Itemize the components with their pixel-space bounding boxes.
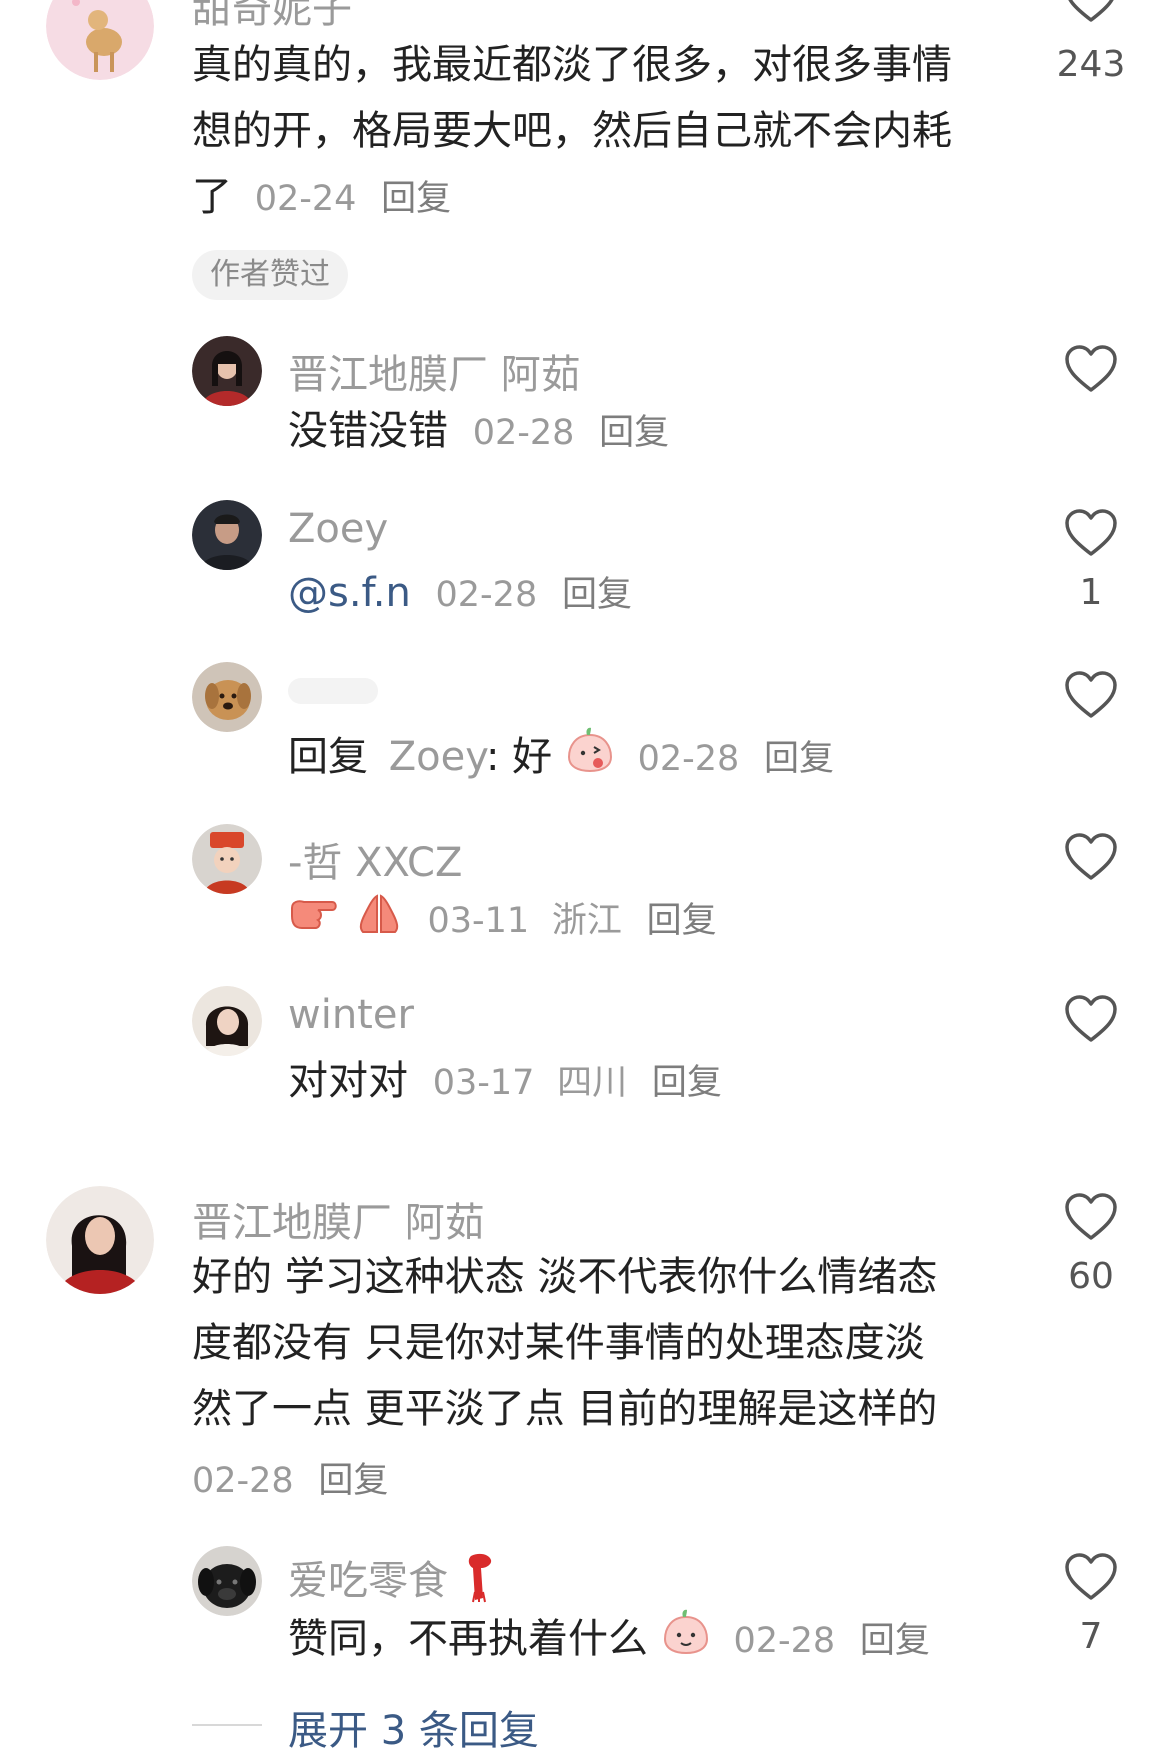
avatar[interactable] — [192, 824, 262, 894]
reply-location: 四川 — [557, 1063, 628, 1103]
heart-icon[interactable] — [1064, 1192, 1118, 1242]
reply-button[interactable]: 回复 — [860, 1621, 930, 1661]
comment-text-line: 真的真的，我最近都淡了很多，对很多事情 — [192, 42, 952, 88]
comment-date: 02-28 — [192, 1461, 294, 1501]
reply-to-username[interactable]: Zoey — [389, 734, 486, 780]
reply-date: 02-28 — [472, 413, 575, 453]
comment-username[interactable]: 甜奇妮子 — [192, 0, 352, 34]
avatar[interactable] — [192, 986, 262, 1056]
heart-icon[interactable] — [1064, 344, 1118, 394]
reply-username[interactable]: -哲 XXCZ — [288, 830, 462, 888]
comment-text-line: 然了一点 更平淡了点 目前的理解是这样的 — [192, 1386, 938, 1432]
expand-replies-button[interactable]: 展开 3 条回复 — [288, 1698, 539, 1756]
like-count: 60 — [1068, 1256, 1114, 1297]
reply-body: 赞同，不再执着什么 02-28 回复 — [288, 1606, 930, 1675]
heart-icon[interactable] — [1064, 832, 1118, 882]
author-liked-badge: 作者赞过 — [192, 250, 348, 300]
reply-button[interactable]: 回复 — [562, 575, 632, 615]
reply-text: 对对对 — [288, 1058, 408, 1104]
reply-date: 02-28 — [637, 739, 740, 779]
reply-button[interactable]: 回复 — [647, 901, 717, 941]
reply-text: 赞同，不再执着什么 — [288, 1616, 648, 1662]
mention-link[interactable]: @s.f.n — [288, 570, 411, 616]
reply-button[interactable]: 回复 — [599, 413, 669, 453]
avatar[interactable] — [192, 1546, 262, 1616]
avatar[interactable] — [192, 500, 262, 570]
reply-username[interactable]: 晋江地膜厂 阿茹 — [288, 342, 581, 400]
comment-text-line: 了 02-24 回复 — [192, 164, 451, 232]
pointing-hand-emoji — [288, 888, 340, 954]
reply-body: @s.f.n 02-28 回复 — [288, 560, 632, 628]
reply-body: 回复 Zoey: 好 02-28 回复 — [288, 724, 834, 793]
comment-text-line: 度都没有 只是你对某件事情的处理态度淡 — [192, 1320, 925, 1366]
heart-icon[interactable] — [1064, 670, 1118, 720]
comment-date: 02-24 — [254, 179, 357, 219]
reply-prefix: 回复 — [288, 734, 368, 780]
blurred-username — [288, 678, 378, 704]
reply-date: 02-28 — [733, 1621, 836, 1661]
avatar[interactable] — [192, 662, 262, 732]
reply-body: 03-11 浙江 回复 — [288, 886, 717, 954]
praying-hands-emoji — [353, 888, 405, 954]
expand-divider — [192, 1724, 262, 1726]
avatar[interactable] — [46, 0, 154, 80]
reply-text: 没错没错 — [288, 408, 448, 454]
reply-username[interactable]: Zoey — [288, 506, 388, 552]
heart-icon[interactable] — [1064, 994, 1118, 1044]
comment-text-line: 想的开，格局要大吧，然后自己就不会内耗 — [192, 108, 952, 154]
heart-icon[interactable] — [1064, 508, 1118, 558]
avatar[interactable] — [192, 336, 262, 406]
like-count: 1 — [1079, 572, 1103, 613]
heart-icon[interactable] — [1064, 0, 1118, 24]
reply-button[interactable]: 回复 — [381, 179, 451, 219]
reply-date: 03-11 — [427, 901, 530, 941]
reply-button[interactable]: 回复 — [652, 1063, 722, 1103]
reply-date: 02-28 — [435, 575, 538, 615]
reply-body: 对对对 03-17 四川 回复 — [288, 1048, 722, 1116]
reply-location: 浙江 — [551, 901, 622, 941]
peach-face-emoji — [661, 1607, 711, 1675]
like-count: 243 — [1056, 44, 1126, 85]
reply-button[interactable]: 回复 — [764, 739, 834, 779]
reply-username[interactable]: 爱吃零食 — [288, 1548, 499, 1614]
peach-face-emoji — [565, 725, 615, 793]
red-scarf-emoji — [461, 1552, 499, 1614]
comment-text-tail: 了 — [192, 174, 232, 220]
avatar[interactable] — [46, 1186, 154, 1294]
heart-icon[interactable] — [1064, 1552, 1118, 1602]
comment-text-line: 好的 学习这种状态 淡不代表你什么情绪态 — [192, 1254, 938, 1300]
reply-button[interactable]: 回复 — [318, 1461, 388, 1501]
reply-date: 03-17 — [432, 1063, 535, 1103]
reply-body: 没错没错 02-28 回复 — [288, 398, 669, 466]
reply-username-text: 爱吃零食 — [288, 1558, 448, 1604]
reply-text: : 好 — [485, 734, 553, 780]
reply-username[interactable]: winter — [288, 992, 414, 1038]
like-count: 7 — [1079, 1616, 1103, 1657]
comment-meta: 02-28 回复 — [192, 1446, 388, 1514]
comment-username[interactable]: 晋江地膜厂 阿茹 — [192, 1190, 485, 1248]
